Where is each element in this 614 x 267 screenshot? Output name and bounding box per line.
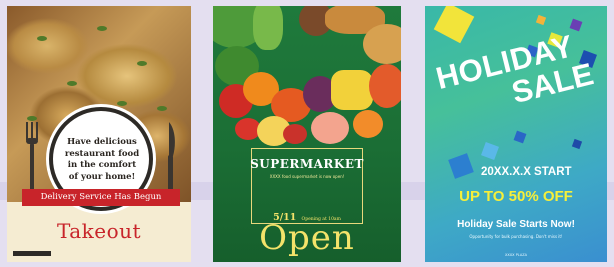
fork-icon — [26, 122, 38, 192]
supermarket-poster[interactable]: SUPERMARKET XXXX food supermarket is now… — [213, 6, 401, 262]
takeout-title: Takeout — [56, 219, 142, 243]
blue-cube — [571, 138, 583, 150]
peach-illustration — [311, 112, 349, 144]
poster-footer — [13, 251, 185, 256]
open-headline: Open — [259, 218, 355, 258]
plate-text: Have delicious restaurant food in the co… — [60, 137, 144, 183]
sale-note: Opportunity for bulk purchasing. Don't m… — [469, 234, 563, 239]
leek-illustration — [253, 6, 283, 50]
banana-illustration — [331, 70, 373, 110]
blue-cube — [481, 142, 499, 160]
herb-garnish — [137, 61, 147, 66]
sale-starts-text: Holiday Sale Starts Now! — [457, 219, 575, 230]
herb-garnish — [117, 101, 127, 106]
supermarket-subtitle: XXXX food supermarket is now open! — [269, 174, 345, 179]
yellow-cube — [433, 6, 475, 44]
holiday-sale-poster[interactable]: HOLIDAY SALE 20XX.X.X START UP TO 50% OF… — [425, 6, 607, 262]
sale-date: 20XX.X.X START — [481, 166, 572, 178]
plate-text-line: Have delicious — [67, 137, 137, 147]
plate-text-line: restaurant food — [64, 148, 140, 159]
knife-icon — [168, 122, 175, 192]
orange-illustration — [353, 110, 383, 138]
blue-cube — [448, 153, 474, 179]
supermarket-title: SUPERMARKET — [250, 157, 364, 171]
herb-garnish — [97, 26, 107, 31]
takeout-poster[interactable]: Have delicious restaurant food in the co… — [7, 6, 191, 262]
persimmon-illustration — [369, 64, 401, 108]
baguette-illustration — [363, 24, 401, 64]
herb-garnish — [157, 106, 167, 111]
tomato-illustration — [283, 124, 307, 144]
small-cube — [535, 14, 547, 26]
venue-name: XXXX PLAZA — [504, 253, 528, 257]
delivery-ribbon: Delivery Service Has Begun — [14, 189, 188, 209]
herb-garnish — [27, 116, 37, 121]
plate-text-line: of your home! — [68, 171, 136, 182]
discount-text: UP TO 50% OFF — [459, 188, 573, 205]
footer-tag — [13, 251, 51, 256]
herb-garnish — [67, 81, 77, 86]
blue-cube — [513, 130, 527, 144]
herb-garnish — [37, 36, 47, 41]
plate-text-line: in the comfort — [67, 160, 137, 170]
